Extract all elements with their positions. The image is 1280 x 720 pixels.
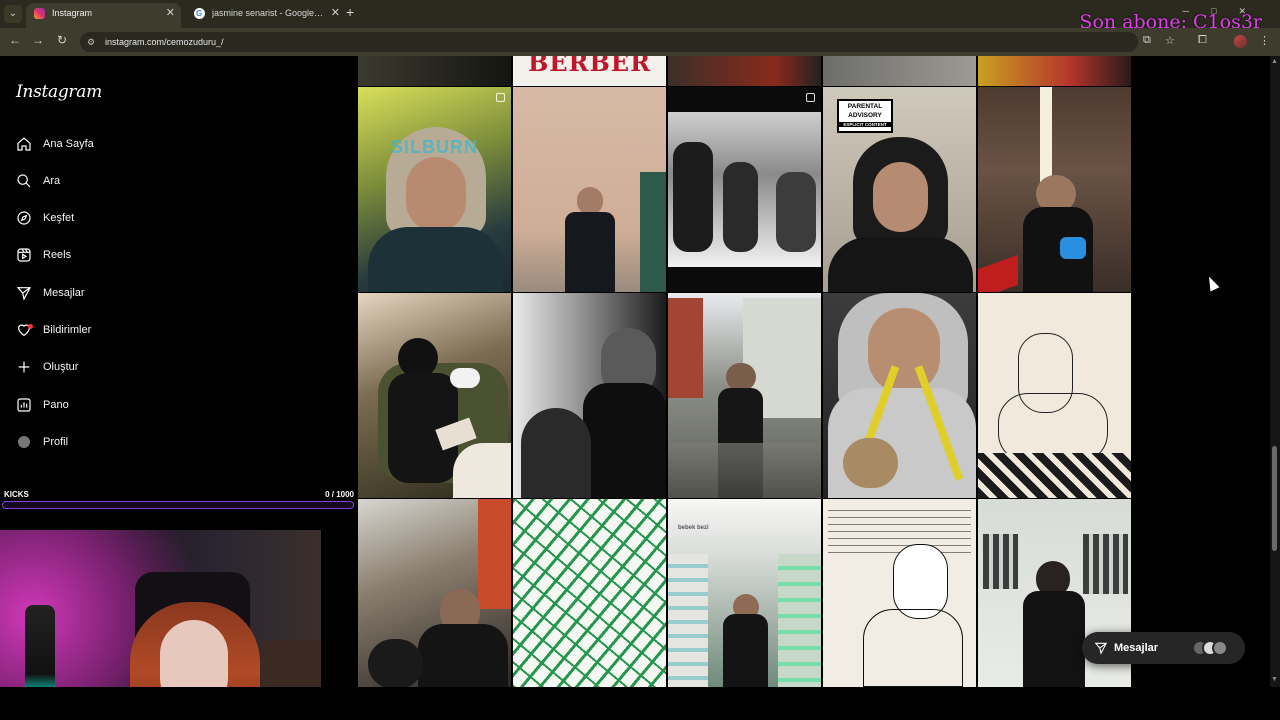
sidebar-item-explore[interactable]: Keşfet [16,206,216,230]
install-app-icon[interactable]: ⧉ [1143,34,1151,47]
kicks-progress-bar [2,501,354,509]
reels-icon [16,247,32,263]
sidebar-item-reels[interactable]: Reels [16,243,216,267]
instagram-sidebar: Instagram Ana Sayfa Ara Keşfet Reels Mes… [0,56,358,486]
sidebar-item-label: Ana Sayfa [43,138,94,150]
post-thumbnail[interactable] [978,87,1131,292]
sidebar-item-label: Bildirimler [43,324,92,336]
tab-title: Instagram [52,8,93,18]
sidebar-item-messages[interactable]: Mesajlar [16,281,216,305]
kicks-label: KICKS [4,490,29,499]
floating-messages-button[interactable]: Mesajlar [1082,632,1245,664]
post-thumbnail[interactable] [978,56,1131,86]
messenger-icon [1094,641,1108,660]
post-thumbnail[interactable] [668,293,821,498]
sidebar-item-label: Profil [43,436,69,448]
post-thumbnail[interactable] [358,56,511,86]
messenger-icon [16,285,32,301]
post-thumbnail[interactable] [668,87,821,292]
post-thumbnail[interactable] [823,499,976,687]
tab-search-dropdown-icon[interactable]: ⌄ [4,5,22,23]
message-avatars [1192,640,1232,656]
plus-icon [16,359,32,375]
heart-icon [16,322,33,338]
post-caption: bebek bezi [678,525,709,531]
instagram-favicon-icon [34,8,45,19]
address-bar-row: ← → ↻ ⚙ instagram.com/cemozuduru_/ ⧉ ☆ ⧠… [0,28,1280,56]
home-icon [16,136,32,152]
sidebar-item-home[interactable]: Ana Sayfa [16,132,216,156]
sidebar-item-profile[interactable]: Profil [16,430,216,454]
forward-icon[interactable]: → [32,33,44,47]
post-thumbnail[interactable]: SILBURN [358,87,511,292]
url-bar[interactable]: ⚙ instagram.com/cemozuduru_/ [80,32,1138,52]
new-tab-icon[interactable]: + [346,4,354,20]
scroll-down-icon[interactable]: ▼ [1271,676,1278,683]
browser-tab-google[interactable]: jasmine senarist - Google'da Ara ✕ [186,3,346,28]
url-text: instagram.com/cemozuduru_/ [105,37,224,47]
post-thumbnail[interactable] [978,293,1131,498]
search-icon [16,173,32,189]
profile-posts-grid: BERBER SILBURN PARENTAL ADVISORY EXPLICI… [358,56,1133,687]
kicks-goal-widget: KICKS 0 / 1000 [0,486,358,528]
tab-close-icon[interactable]: ✕ [331,3,340,24]
extensions-icon[interactable]: ⧠ [1198,34,1207,47]
scrollbar-thumb[interactable] [1272,446,1277,551]
sidebar-item-notifications[interactable]: Bildirimler [16,318,216,342]
sidebar-item-dashboard[interactable]: Pano [16,393,216,417]
sidebar-item-label: Keşfet [43,212,75,224]
post-thumbnail[interactable]: PARENTAL ADVISORY EXPLICIT CONTENT [823,87,976,292]
browser-menu-icon[interactable]: ⋮ [1259,34,1270,47]
post-thumbnail[interactable] [513,499,666,687]
browser-tab-instagram[interactable]: Instagram ✕ [26,3,181,28]
sidebar-item-label: Ara [43,175,61,187]
instagram-logo[interactable]: Instagram [16,82,102,102]
sidebar-item-label: Reels [43,249,72,261]
post-caption: BERBER [527,56,652,77]
page-scrollbar[interactable]: ▲ ▼ [1270,56,1280,687]
google-favicon-icon [194,3,205,24]
reload-icon[interactable]: ↻ [57,33,67,47]
post-thumbnail[interactable] [823,56,976,86]
notification-dot [28,324,33,329]
post-thumbnail[interactable] [823,293,976,498]
sidebar-item-label: Pano [43,399,69,411]
post-caption: PARENTAL ADVISORY [847,103,883,119]
sidebar-item-label: Mesajlar [43,287,85,299]
bookmark-star-icon[interactable]: ☆ [1165,34,1175,47]
carousel-icon [806,93,815,102]
post-thumbnail[interactable] [513,293,666,498]
scroll-up-icon[interactable]: ▲ [1271,58,1278,65]
post-thumbnail[interactable] [668,56,821,86]
post-thumbnail[interactable] [513,87,666,292]
post-caption-sub: EXPLICIT CONTENT [839,122,891,127]
post-thumbnail[interactable]: bebek bezi [668,499,821,687]
tab-close-icon[interactable]: ✕ [166,3,175,24]
sidebar-item-create[interactable]: Oluştur [16,355,216,379]
back-icon[interactable]: ← [9,33,21,47]
mouse-cursor-icon [1204,274,1220,292]
post-caption: SILBURN [391,137,478,157]
post-thumbnail[interactable]: BERBER [513,56,666,86]
tab-title: jasmine senarist - Google'da Ara [212,8,324,18]
profile-avatar [16,434,32,450]
bottom-blank-area [0,687,1280,720]
site-info-icon[interactable]: ⚙ [87,32,95,52]
kicks-count: 0 / 1000 [325,490,354,499]
post-thumbnail[interactable] [358,499,511,687]
browser-profile-avatar[interactable] [1234,35,1247,48]
post-thumbnail[interactable] [358,293,511,498]
avatar [1212,640,1228,656]
sidebar-item-label: Oluştur [43,361,79,373]
messages-label: Mesajlar [1114,642,1159,654]
compass-icon [16,210,32,226]
dashboard-icon [16,397,32,413]
sidebar-item-search[interactable]: Ara [16,169,216,193]
carousel-icon [496,93,505,102]
